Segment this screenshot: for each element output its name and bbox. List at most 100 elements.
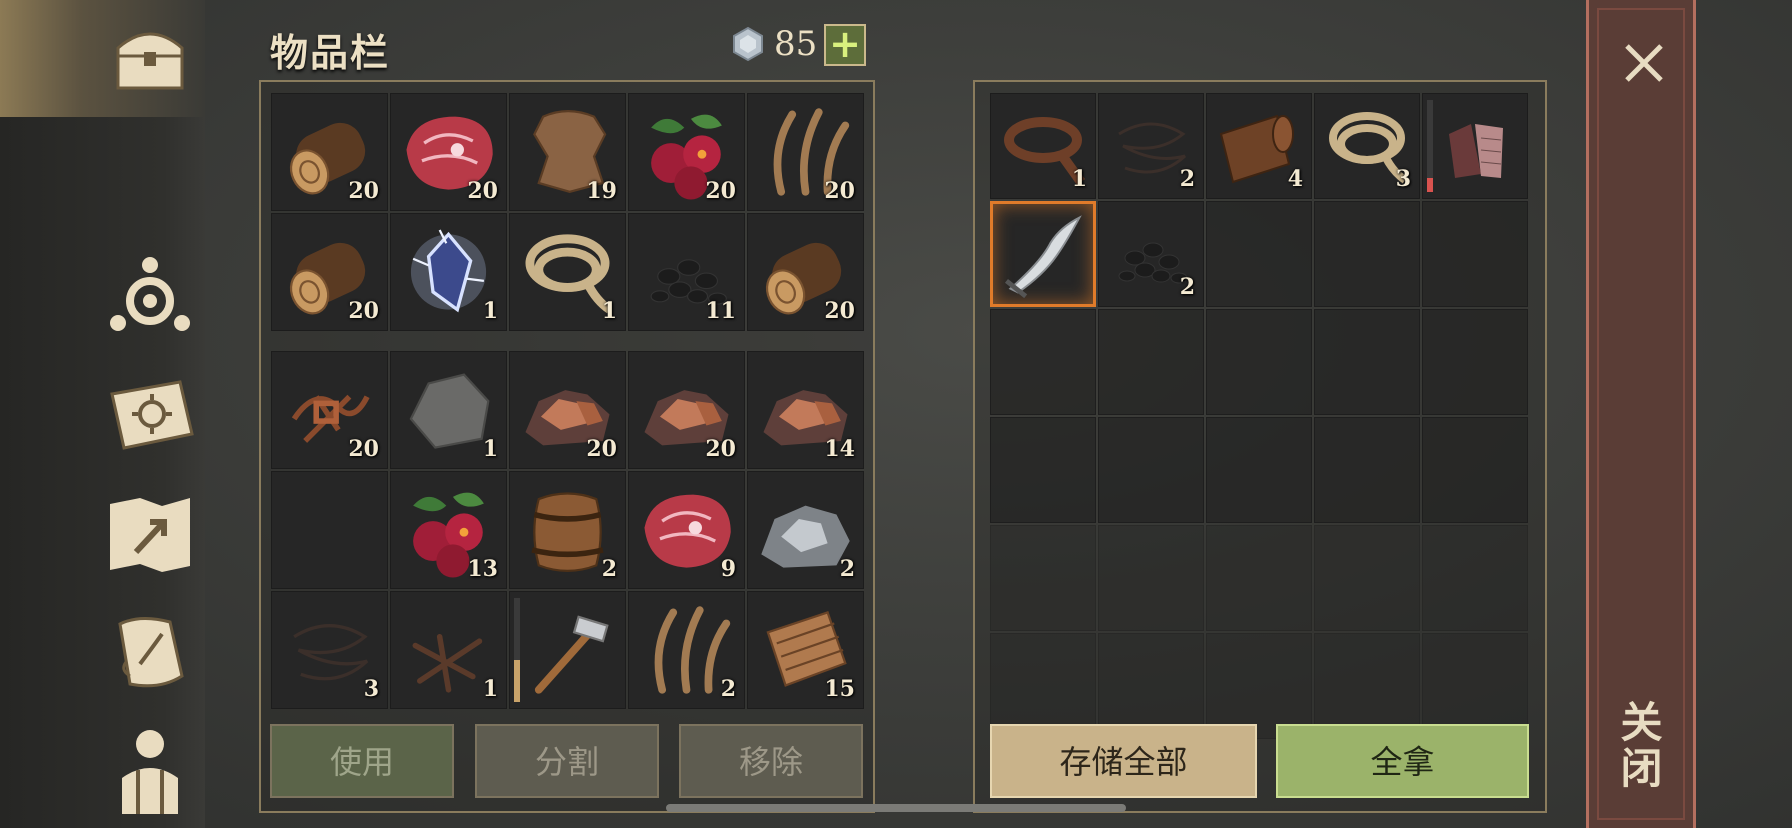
durability-bar — [514, 598, 520, 702]
item-count: 19 — [586, 178, 617, 204]
item-count: 9 — [720, 556, 736, 582]
empty-slot[interactable] — [1098, 525, 1204, 631]
slot-leather-strap[interactable]: 1 — [990, 93, 1096, 199]
hammer-icon — [534, 615, 609, 694]
empty-slot[interactable] — [1206, 525, 1312, 631]
slot-berries[interactable]: 20 — [628, 93, 745, 211]
slot-crystal[interactable]: 1 — [390, 213, 507, 331]
slot-curved-blade[interactable] — [990, 201, 1096, 307]
item-count: 2 — [1179, 166, 1195, 192]
inventory-grid-top: 20 20 19 20 20 20 1 1 11 20 — [271, 93, 864, 331]
item-count: 15 — [824, 676, 855, 702]
use-button[interactable]: 使用 — [270, 724, 454, 798]
item-count: 3 — [363, 676, 379, 702]
slot-chainmail-gloves[interactable] — [1422, 93, 1528, 199]
split-button[interactable]: 分割 — [475, 724, 659, 798]
slot-hammer[interactable] — [509, 591, 626, 709]
take-all-button[interactable]: 全拿 — [1276, 724, 1529, 798]
empty-slot[interactable] — [990, 417, 1096, 523]
slot-copper-ore[interactable]: 20 — [509, 351, 626, 469]
slot-charcoal[interactable]: 2 — [1098, 201, 1204, 307]
side-nav — [0, 0, 205, 828]
item-count: 20 — [467, 178, 498, 204]
item-count: 2 — [720, 676, 736, 702]
store-all-button[interactable]: 存储全部 — [990, 724, 1257, 798]
empty-slot[interactable] — [990, 309, 1096, 415]
slot-copper-ore[interactable]: 14 — [747, 351, 864, 469]
item-count: 14 — [824, 436, 855, 462]
slot-iron-ore[interactable]: 2 — [747, 471, 864, 589]
item-count: 13 — [467, 556, 498, 582]
empty-slot[interactable] — [1314, 201, 1420, 307]
empty-slot[interactable] — [1314, 525, 1420, 631]
item-count: 3 — [1395, 166, 1411, 192]
slot-plant-fiber[interactable]: 20 — [747, 93, 864, 211]
empty-slot[interactable] — [1098, 309, 1204, 415]
item-count: 1 — [482, 676, 498, 702]
inventory-title: 物品栏 — [270, 31, 391, 75]
slot-empty[interactable] — [271, 471, 388, 589]
slot-copper-ore[interactable]: 20 — [628, 351, 745, 469]
slot-nails[interactable]: 1 — [390, 591, 507, 709]
slot-rope[interactable]: 1 — [509, 213, 626, 331]
item-count: 1 — [482, 298, 498, 324]
slot-plant-fiber[interactable]: 2 — [628, 591, 745, 709]
close-label[interactable]: 关闭 — [1614, 700, 1669, 792]
item-count: 1 — [482, 436, 498, 462]
close-panel[interactable]: 关闭 — [1586, 0, 1696, 828]
empty-slot[interactable] — [1422, 309, 1528, 415]
slot-wire[interactable]: 3 — [271, 591, 388, 709]
item-count: 2 — [601, 556, 617, 582]
close-icon[interactable] — [1609, 28, 1679, 98]
item-count: 2 — [1179, 274, 1195, 300]
character-icon[interactable] — [100, 718, 200, 818]
item-count: 20 — [824, 298, 855, 324]
close-panel-frame — [1597, 8, 1685, 820]
crafting-icon[interactable] — [100, 243, 200, 343]
item-count: 11 — [705, 298, 736, 324]
slot-log[interactable]: 20 — [271, 213, 388, 331]
empty-slot[interactable] — [1206, 309, 1312, 415]
item-count: 2 — [839, 556, 855, 582]
inventory-grid-bottom: 20 1 20 20 14 13 2 9 2 3 1 2 15 — [271, 351, 864, 709]
empty-slot[interactable] — [1314, 309, 1420, 415]
silver-gem-icon — [733, 26, 763, 62]
slot-log[interactable]: 20 — [747, 213, 864, 331]
item-count: 20 — [586, 436, 617, 462]
map-icon[interactable] — [100, 484, 200, 584]
empty-slot[interactable] — [990, 525, 1096, 631]
slot-raw-meat[interactable]: 20 — [390, 93, 507, 211]
slot-leather-roll[interactable]: 4 — [1206, 93, 1312, 199]
slot-barrel[interactable]: 2 — [509, 471, 626, 589]
slot-wire[interactable]: 2 — [1098, 93, 1204, 199]
empty-slot[interactable] — [1422, 525, 1528, 631]
slot-raw-meat[interactable]: 9 — [628, 471, 745, 589]
empty-slot[interactable] — [1422, 417, 1528, 523]
item-count: 20 — [705, 436, 736, 462]
scrollbar-thumb[interactable] — [666, 804, 1126, 812]
curved-blade-icon — [1004, 215, 1082, 299]
durability-bar — [1427, 100, 1433, 192]
item-count: 20 — [348, 436, 379, 462]
item-count: 1 — [601, 298, 617, 324]
empty-slot[interactable] — [1422, 201, 1528, 307]
slot-stone[interactable]: 1 — [390, 351, 507, 469]
slot-log[interactable]: 20 — [271, 93, 388, 211]
item-count: 20 — [705, 178, 736, 204]
remove-button[interactable]: 移除 — [679, 724, 863, 798]
container-grid: 1 2 4 3 2 — [990, 93, 1528, 739]
empty-slot[interactable] — [1098, 417, 1204, 523]
slot-woven-fabric[interactable]: 15 — [747, 591, 864, 709]
empty-slot[interactable] — [1314, 417, 1420, 523]
chest-icon[interactable] — [100, 8, 200, 108]
scroll-icon[interactable] — [100, 604, 200, 704]
empty-slot[interactable] — [1206, 417, 1312, 523]
slot-charcoal[interactable]: 11 — [628, 213, 745, 331]
slot-leather-hide[interactable]: 19 — [509, 93, 626, 211]
slot-berries[interactable]: 13 — [390, 471, 507, 589]
slot-rope[interactable]: 3 — [1314, 93, 1420, 199]
slot-copper-scrap[interactable]: 20 — [271, 351, 388, 469]
sun-book-icon[interactable] — [100, 364, 200, 464]
add-currency-button[interactable]: + — [824, 24, 866, 66]
empty-slot[interactable] — [1206, 201, 1312, 307]
